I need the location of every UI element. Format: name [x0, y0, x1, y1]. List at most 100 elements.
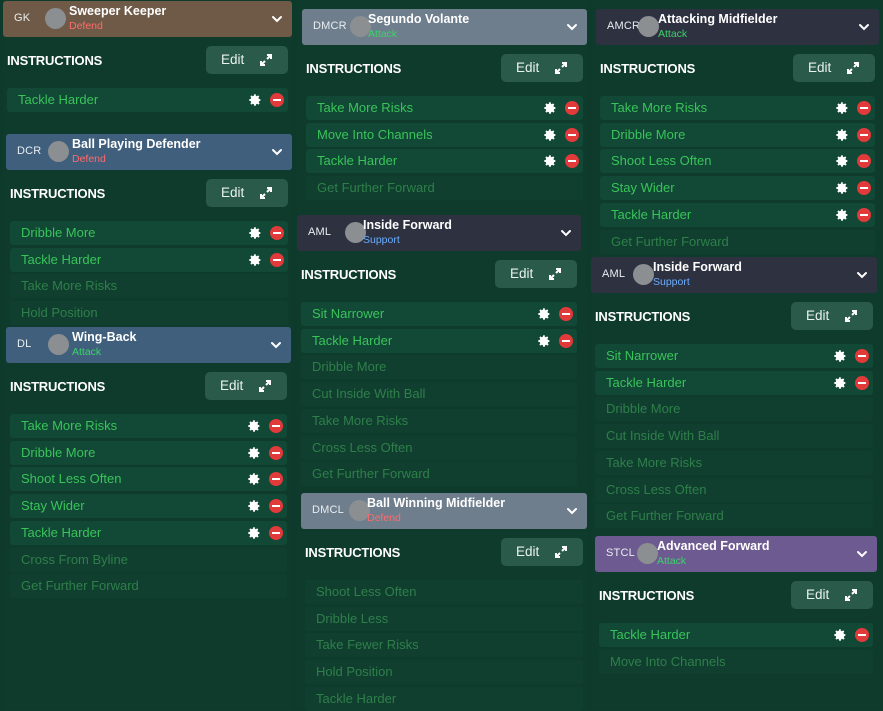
instruction-row[interactable]: Stay Wider	[600, 176, 875, 200]
edit-instructions-button[interactable]: Edit	[206, 179, 288, 207]
remove-icon[interactable]	[855, 628, 869, 642]
instruction-row[interactable]: Tackle Harder	[301, 329, 577, 353]
instruction-row[interactable]: Get Further Forward	[595, 504, 873, 528]
instruction-row[interactable]: Cut Inside With Ball	[301, 382, 577, 406]
instruction-row[interactable]: Get Further Forward	[301, 462, 577, 486]
edit-instructions-button[interactable]: Edit	[206, 46, 288, 74]
remove-icon[interactable]	[565, 128, 579, 142]
chevron-down-icon[interactable]	[857, 20, 871, 34]
edit-instructions-button[interactable]: Edit	[495, 260, 577, 288]
role-selector[interactable]: AML Inside Forward Support	[297, 215, 581, 251]
chevron-down-icon[interactable]	[559, 226, 573, 240]
instruction-row[interactable]: Tackle Harder	[305, 687, 583, 711]
role-selector[interactable]: DCR Ball Playing Defender Defend	[6, 134, 292, 170]
remove-icon[interactable]	[270, 253, 284, 267]
instruction-row[interactable]: Take More Risks	[595, 451, 873, 475]
instruction-row[interactable]: Tackle Harder	[306, 149, 583, 173]
chevron-down-icon[interactable]	[270, 145, 284, 159]
gear-icon[interactable]	[247, 419, 261, 433]
instruction-row[interactable]: Hold Position	[10, 301, 288, 325]
gear-icon[interactable]	[543, 154, 557, 168]
instruction-row[interactable]: Hold Position	[305, 660, 583, 684]
gear-icon[interactable]	[835, 181, 849, 195]
instruction-row[interactable]: Dribble Less	[305, 607, 583, 631]
instruction-row[interactable]: Take More Risks	[10, 414, 287, 438]
remove-icon[interactable]	[855, 376, 869, 390]
instruction-row[interactable]: Shoot Less Often	[305, 580, 583, 604]
remove-icon[interactable]	[269, 446, 283, 460]
remove-icon[interactable]	[559, 334, 573, 348]
instruction-row[interactable]: Get Further Forward	[10, 574, 287, 598]
remove-icon[interactable]	[857, 128, 871, 142]
remove-icon[interactable]	[270, 226, 284, 240]
instruction-row[interactable]: Dribble More	[595, 397, 873, 421]
role-selector[interactable]: DMCR Segundo Volante Attack	[302, 9, 587, 45]
instruction-row[interactable]: Sit Narrower	[301, 302, 577, 326]
gear-icon[interactable]	[247, 446, 261, 460]
gear-icon[interactable]	[248, 226, 262, 240]
gear-icon[interactable]	[835, 208, 849, 222]
instruction-row[interactable]: Take More Risks	[301, 409, 577, 433]
gear-icon[interactable]	[247, 472, 261, 486]
gear-icon[interactable]	[537, 307, 551, 321]
remove-icon[interactable]	[565, 154, 579, 168]
gear-icon[interactable]	[247, 526, 261, 540]
instruction-row[interactable]: Cross From Byline	[10, 548, 287, 572]
instruction-row[interactable]: Dribble More	[301, 355, 577, 379]
chevron-down-icon[interactable]	[270, 12, 284, 26]
instruction-row[interactable]: Tackle Harder	[595, 371, 873, 395]
instruction-row[interactable]: Tackle Harder	[600, 203, 875, 227]
chevron-down-icon[interactable]	[855, 268, 869, 282]
role-selector[interactable]: DMCL Ball Winning Midfielder Defend	[301, 493, 587, 529]
gear-icon[interactable]	[543, 101, 557, 115]
instruction-row[interactable]: Get Further Forward	[306, 176, 583, 200]
chevron-down-icon[interactable]	[855, 547, 869, 561]
remove-icon[interactable]	[269, 472, 283, 486]
role-selector[interactable]: AMCR Attacking Midfielder Attack	[596, 9, 879, 45]
instruction-row[interactable]: Shoot Less Often	[600, 149, 875, 173]
gear-icon[interactable]	[835, 128, 849, 142]
chevron-down-icon[interactable]	[565, 20, 579, 34]
instruction-row[interactable]: Tackle Harder	[10, 521, 287, 545]
instruction-row[interactable]: Tackle Harder	[7, 88, 288, 112]
instruction-row[interactable]: Move Into Channels	[599, 650, 873, 674]
remove-icon[interactable]	[857, 181, 871, 195]
edit-instructions-button[interactable]: Edit	[205, 372, 287, 400]
instruction-row[interactable]: Take More Risks	[306, 96, 583, 120]
gear-icon[interactable]	[833, 349, 847, 363]
remove-icon[interactable]	[270, 93, 284, 107]
chevron-down-icon[interactable]	[565, 504, 579, 518]
gear-icon[interactable]	[835, 154, 849, 168]
remove-icon[interactable]	[565, 101, 579, 115]
remove-icon[interactable]	[269, 499, 283, 513]
role-selector[interactable]: STCL Advanced Forward Attack	[595, 536, 877, 572]
instruction-row[interactable]: Take More Risks	[10, 274, 288, 298]
gear-icon[interactable]	[247, 499, 261, 513]
instruction-row[interactable]: Dribble More	[10, 441, 287, 465]
instruction-row[interactable]: Dribble More	[600, 123, 875, 147]
instruction-row[interactable]: Move Into Channels	[306, 123, 583, 147]
instruction-row[interactable]: Tackle Harder	[10, 248, 288, 272]
instruction-row[interactable]: Dribble More	[10, 221, 288, 245]
instruction-row[interactable]: Stay Wider	[10, 494, 287, 518]
role-selector[interactable]: AML Inside Forward Support	[591, 257, 877, 293]
instruction-row[interactable]: Take Fewer Risks	[305, 633, 583, 657]
remove-icon[interactable]	[269, 526, 283, 540]
chevron-down-icon[interactable]	[269, 338, 283, 352]
edit-instructions-button[interactable]: Edit	[501, 54, 583, 82]
instruction-row[interactable]: Shoot Less Often	[10, 467, 287, 491]
remove-icon[interactable]	[857, 208, 871, 222]
instruction-row[interactable]: Cross Less Often	[595, 478, 873, 502]
edit-instructions-button[interactable]: Edit	[791, 581, 873, 609]
remove-icon[interactable]	[857, 101, 871, 115]
gear-icon[interactable]	[835, 101, 849, 115]
gear-icon[interactable]	[248, 93, 262, 107]
role-selector[interactable]: GK Sweeper Keeper Defend	[3, 1, 292, 37]
instruction-row[interactable]: Cut Inside With Ball	[595, 424, 873, 448]
remove-icon[interactable]	[559, 307, 573, 321]
remove-icon[interactable]	[269, 419, 283, 433]
edit-instructions-button[interactable]: Edit	[791, 302, 873, 330]
instruction-row[interactable]: Take More Risks	[600, 96, 875, 120]
edit-instructions-button[interactable]: Edit	[501, 538, 583, 566]
instruction-row[interactable]: Sit Narrower	[595, 344, 873, 368]
